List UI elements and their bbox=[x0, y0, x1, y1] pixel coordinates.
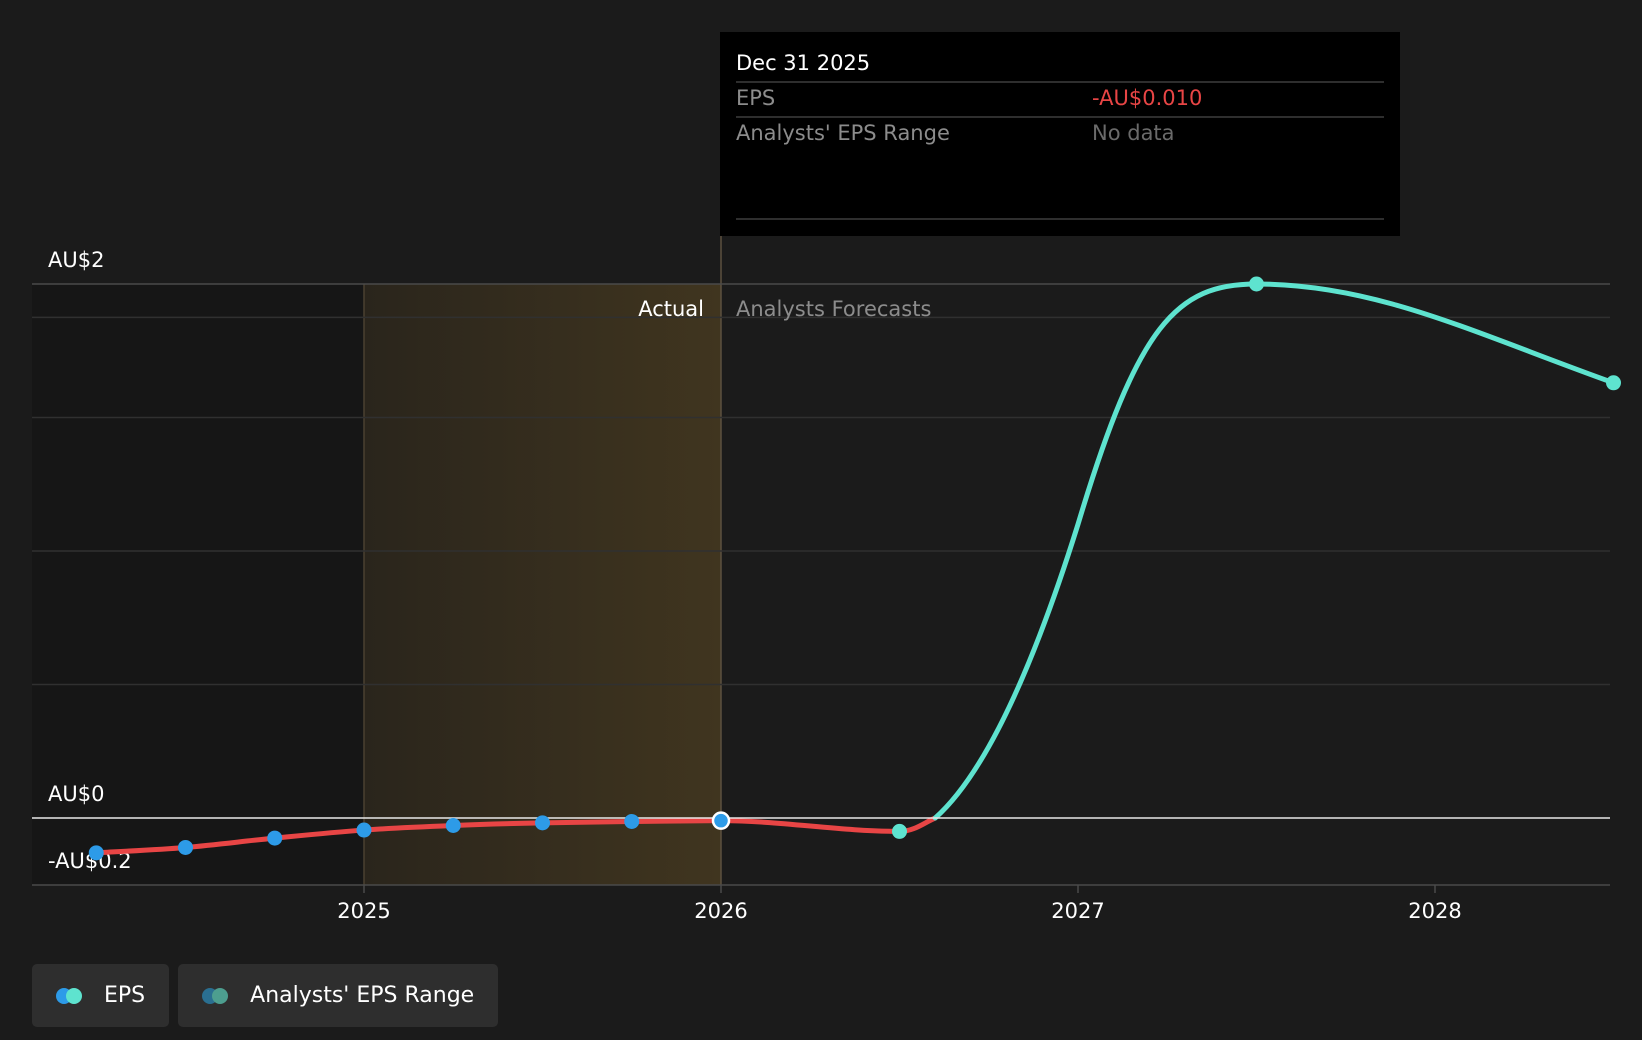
eps-actual-point bbox=[445, 818, 461, 834]
legend-dot bbox=[212, 987, 229, 1004]
eps-forecast-point bbox=[1249, 276, 1264, 292]
eps-actual-point bbox=[178, 839, 193, 855]
forecast-label: Analysts Forecasts bbox=[736, 297, 931, 321]
legend-item-eps-range[interactable]: Analysts' EPS Range bbox=[178, 964, 499, 1027]
tooltip-date: Dec 31 2025 bbox=[736, 51, 870, 75]
eps-actual-point bbox=[88, 845, 104, 861]
x-tick-label: 2025 bbox=[337, 899, 390, 923]
eps-forecast-point bbox=[892, 823, 907, 839]
eps-actual-point bbox=[624, 813, 640, 829]
tooltip-range-value: No data bbox=[1092, 121, 1175, 145]
eps-forecast-point bbox=[1606, 375, 1621, 391]
tooltip: Dec 31 2025 EPS -AU$0.010 Analysts' EPS … bbox=[720, 32, 1400, 236]
y-tick-label: AU$0 bbox=[48, 782, 104, 806]
x-tick-label: 2028 bbox=[1408, 899, 1461, 923]
eps-actual-point bbox=[535, 815, 550, 831]
x-axis-labels: 2025 2026 2027 2028 bbox=[337, 885, 1462, 923]
tooltip-eps-value: -AU$0.010 bbox=[1092, 86, 1202, 110]
eps-range-legend-icon bbox=[202, 987, 236, 1005]
eps-point-selected bbox=[711, 811, 731, 830]
x-tick-label: 2026 bbox=[694, 899, 747, 923]
legend-label: Analysts' EPS Range bbox=[250, 983, 475, 1008]
tooltip-range-label: Analysts' EPS Range bbox=[736, 121, 950, 145]
eps-chart: AU$2AU$0-AU$0.2 2025 2026 2027 2028 Actual … bbox=[32, 32, 1621, 923]
legend: EPS Analysts' EPS Range bbox=[32, 964, 499, 1027]
actual-label: Actual bbox=[638, 297, 704, 321]
legend-label: EPS bbox=[104, 983, 146, 1008]
eps-legend-icon bbox=[56, 987, 90, 1005]
actual-highlight-band bbox=[364, 284, 721, 885]
legend-dot bbox=[66, 987, 82, 1004]
x-tick-label: 2027 bbox=[1051, 899, 1104, 923]
eps-actual-point bbox=[356, 822, 372, 838]
y-tick-label: AU$2 bbox=[48, 248, 104, 272]
legend-item-eps[interactable]: EPS bbox=[32, 964, 170, 1027]
eps-actual-point bbox=[267, 830, 283, 846]
tooltip-eps-label: EPS bbox=[736, 86, 775, 110]
